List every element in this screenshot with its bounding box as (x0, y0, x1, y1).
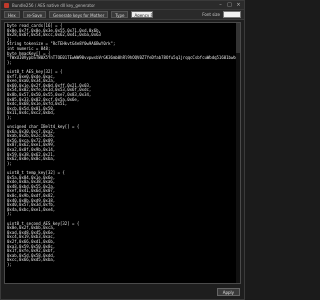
window-controls: – □ × (218, 2, 241, 8)
maximize-icon[interactable]: □ (227, 2, 232, 8)
vertical-scrollbar[interactable] (236, 23, 240, 283)
resave-button[interactable]: re-Save (22, 11, 47, 18)
font-select[interactable]: Agency FB (131, 11, 154, 18)
code-text: byte read_cards[16] = {0x0e,0x7f,0x0e,0x… (5, 23, 240, 273)
font-size-label: Font size (202, 12, 220, 17)
font-size-input[interactable] (223, 11, 241, 18)
hex-button[interactable]: Hex (4, 11, 20, 18)
code-line: "YWxUI0VypbSTW0X5YnT7OE01TEwWW90vvpwsbVr… (7, 55, 241, 61)
bottom-bar: Apply (1, 285, 244, 299)
close-icon[interactable]: × (236, 2, 241, 8)
toolbar: Hex re-Save Generate keys for Mother Typ… (1, 10, 244, 20)
type-button[interactable]: Type (111, 11, 129, 18)
code-editor[interactable]: byte read_cards[16] = {0x0e,0x7f,0x0e,0x… (4, 22, 241, 284)
generate-keys-button[interactable]: Generate keys for Mother (49, 11, 109, 18)
window-title: Bundle256 / AES native dll key_generator (12, 2, 96, 8)
title-bar[interactable]: Bundle256 / AES native dll key_generator… (1, 1, 244, 10)
app-icon (4, 2, 9, 8)
minimize-icon[interactable]: – (218, 2, 223, 8)
scrollbar-thumb[interactable] (236, 23, 240, 53)
app-window: Bundle256 / AES native dll key_generator… (0, 0, 245, 300)
apply-button[interactable]: Apply (216, 288, 240, 296)
